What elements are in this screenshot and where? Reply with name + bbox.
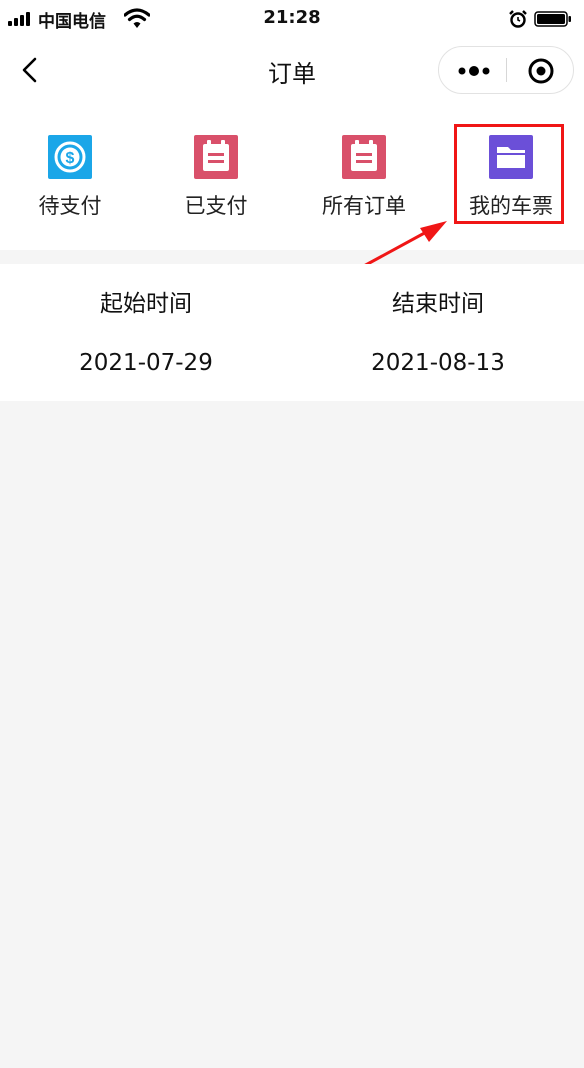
status-bar: 中国电信 21:28 — [0, 0, 584, 40]
tab-label: 已支付 — [184, 194, 248, 218]
tab-all-orders[interactable]: 所有订单 — [294, 132, 434, 220]
dollar-circle-icon: $ — [48, 135, 92, 179]
tab-label: 所有订单 — [322, 194, 406, 218]
svg-text:$: $ — [66, 150, 75, 167]
tab-paid[interactable]: 已支付 — [146, 132, 286, 220]
annotation-highlight-box — [454, 124, 564, 224]
start-date-value[interactable]: 2021-07-29 — [0, 350, 292, 376]
end-date-value[interactable]: 2021-08-13 — [292, 350, 584, 376]
notepad-icon — [194, 135, 238, 179]
alarm-icon — [509, 10, 527, 28]
date-range-panel: 起始时间 2021-07-29 结束时间 2021-08-13 — [0, 264, 584, 401]
status-time: 21:28 — [263, 7, 321, 28]
nav-bar: 订单 — [0, 40, 584, 102]
capsule-close-icon[interactable] — [507, 47, 573, 93]
tab-pending-payment[interactable]: $ 待支付 — [0, 132, 140, 220]
tab-label: 待支付 — [38, 194, 102, 218]
battery-icon — [534, 11, 571, 27]
notepad-icon — [342, 135, 386, 179]
start-date-label: 起始时间 — [100, 291, 192, 317]
end-date-label: 结束时间 — [392, 291, 484, 317]
more-icon[interactable] — [439, 47, 507, 93]
mini-program-capsule — [438, 46, 574, 94]
